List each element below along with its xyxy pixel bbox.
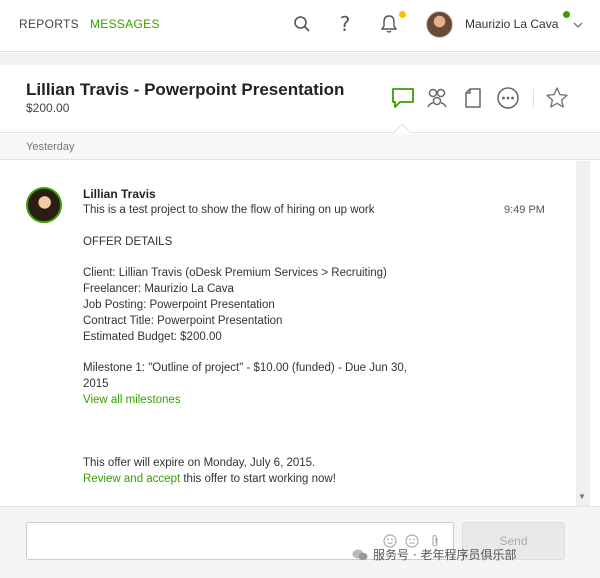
help-icon[interactable]: ? — [333, 12, 357, 36]
room-header: Lillian Travis - Powerpoint Presentation… — [0, 65, 600, 133]
view-milestones-link[interactable]: View all milestones — [83, 394, 181, 406]
notification-dot — [399, 11, 406, 18]
offer-job-posting: Job Posting: Powerpoint Presentation — [83, 299, 275, 311]
offer-budget: Estimated Budget: $200.00 — [83, 331, 222, 343]
more-icon[interactable] — [495, 85, 521, 111]
review-line-text: this offer to start working now! — [180, 473, 336, 485]
star-icon[interactable] — [544, 85, 570, 111]
page-gutter — [0, 53, 600, 65]
offer-freelancer: Freelancer: Maurizio La Cava — [83, 283, 234, 295]
page-title: Lillian Travis - Powerpoint Presentation — [26, 80, 345, 99]
offer-heading: OFFER DETAILS — [83, 236, 173, 248]
offer-client: Client: Lillian Travis (oDesk Premium Se… — [83, 267, 387, 279]
wechat-logo-icon — [352, 549, 368, 560]
user-name[interactable]: Maurizio La Cava — [465, 17, 558, 31]
review-accept-link[interactable]: Review and accept — [83, 473, 180, 485]
search-icon[interactable] — [290, 12, 314, 36]
review-line: Review and accept this offer to start wo… — [83, 473, 336, 485]
scroll-down-arrow-icon[interactable]: ▼ — [578, 492, 586, 501]
message-sender: Lillian Travis — [83, 187, 156, 201]
nav-reports[interactable]: REPORTS — [19, 17, 79, 31]
budget-label: $200.00 — [26, 101, 70, 115]
milestone-line: Milestone 1: "Outline of project" - $10.… — [83, 362, 407, 374]
nav-messages[interactable]: MESSAGES — [90, 17, 160, 31]
avatar[interactable] — [426, 11, 453, 38]
header-divider — [533, 89, 534, 107]
document-icon[interactable] — [460, 85, 486, 111]
message-text: This is a test project to show the flow … — [83, 204, 375, 216]
watermark: 服务号 · 老年程序员俱乐部 — [352, 546, 516, 563]
watermark-text: 服务号 · 老年程序员俱乐部 — [373, 548, 517, 562]
milestone-line-cont: 2015 — [83, 378, 109, 390]
chevron-down-icon[interactable] — [573, 17, 583, 28]
date-divider: Yesterday — [0, 134, 600, 160]
people-icon[interactable] — [424, 85, 450, 111]
offer-expiry: This offer will expire on Monday, July 6… — [83, 457, 316, 469]
date-label: Yesterday — [26, 141, 75, 153]
message-timestamp: 9:49 PM — [504, 204, 545, 216]
offer-contract-title: Contract Title: Powerpoint Presentation — [83, 315, 283, 327]
avatar — [26, 187, 62, 223]
online-status-dot — [563, 11, 570, 18]
bell-icon[interactable] — [377, 12, 401, 36]
scrollbar[interactable] — [576, 161, 590, 506]
chat-icon[interactable] — [390, 85, 416, 111]
